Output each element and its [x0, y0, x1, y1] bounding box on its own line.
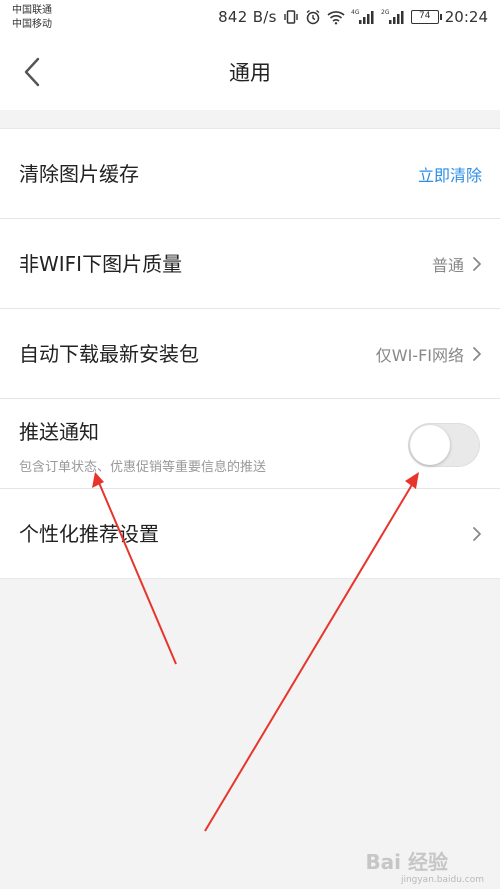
- push-notification-toggle[interactable]: [408, 423, 480, 467]
- clock: 20:24: [444, 8, 488, 26]
- setting-non-wifi-image-quality[interactable]: 非WIFI下图片质量 普通: [0, 219, 500, 309]
- setting-title: 清除图片缓存: [19, 162, 139, 186]
- chevron-right-icon: [472, 526, 482, 542]
- setting-title: 自动下载最新安装包: [19, 342, 199, 366]
- setting-value-group: 普通: [432, 219, 482, 309]
- screen: 中国联通 中国移动 842 B/s 4G 2G 74 20:24 通用 清除图片…: [0, 0, 500, 889]
- clear-now-link[interactable]: 立即清除: [418, 129, 482, 219]
- chevron-right-icon: [472, 346, 482, 362]
- battery-icon: 74: [410, 10, 442, 24]
- setting-title: 推送通知: [19, 420, 99, 444]
- carrier-info: 中国联通 中国移动: [12, 4, 52, 32]
- status-bar: 中国联通 中国移动 842 B/s 4G 2G 74 20:24: [0, 0, 500, 36]
- signal-1-tag: 4G: [351, 9, 360, 16]
- net-speed: 842 B/s: [218, 8, 277, 26]
- watermark: Bai 经验 jingyan.baidu.com: [340, 850, 490, 885]
- setting-subtitle: 包含订单状态、优惠促销等重要信息的推送: [19, 460, 267, 475]
- chevron-right-icon: [472, 256, 482, 272]
- vibrate-icon: [283, 9, 299, 25]
- page-title: 通用: [229, 61, 271, 85]
- signal-icon: 2G: [381, 8, 405, 26]
- setting-value: 普通: [431, 256, 464, 275]
- setting-value-group: 仅WI-FI网络: [376, 309, 482, 399]
- nav-bar: 通用: [0, 36, 500, 110]
- watermark-sub: jingyan.baidu.com: [400, 875, 484, 885]
- chevron-left-icon: [24, 57, 40, 87]
- carrier-1: 中国联通: [12, 5, 52, 16]
- status-indicators: 842 B/s 4G 2G 74 20:24: [218, 6, 488, 28]
- setting-title: 非WIFI下图片质量: [19, 252, 183, 276]
- alarm-icon: [305, 9, 321, 25]
- signal-2-tag: 2G: [381, 9, 390, 16]
- carrier-2: 中国移动: [12, 19, 52, 30]
- back-button[interactable]: [14, 52, 50, 92]
- settings-list: 清除图片缓存 立即清除 非WIFI下图片质量 普通 自动下载最新安装包 仅WI-…: [0, 128, 500, 579]
- setting-value-group: [472, 489, 482, 579]
- setting-value: 仅WI-FI网络: [375, 346, 464, 365]
- setting-title: 个性化推荐设置: [19, 522, 159, 546]
- toggle-knob: [410, 425, 450, 465]
- setting-clear-image-cache[interactable]: 清除图片缓存 立即清除: [0, 129, 500, 219]
- watermark-text: Bai 经验: [365, 850, 448, 874]
- setting-auto-download-package[interactable]: 自动下载最新安装包 仅WI-FI网络: [0, 309, 500, 399]
- setting-personalized-recommendations[interactable]: 个性化推荐设置: [0, 489, 500, 579]
- setting-push-notifications: 推送通知 包含订单状态、优惠促销等重要信息的推送: [0, 399, 500, 489]
- setting-value: 立即清除: [417, 166, 482, 185]
- wifi-icon: [327, 9, 345, 25]
- signal-icon: 4G: [351, 8, 375, 26]
